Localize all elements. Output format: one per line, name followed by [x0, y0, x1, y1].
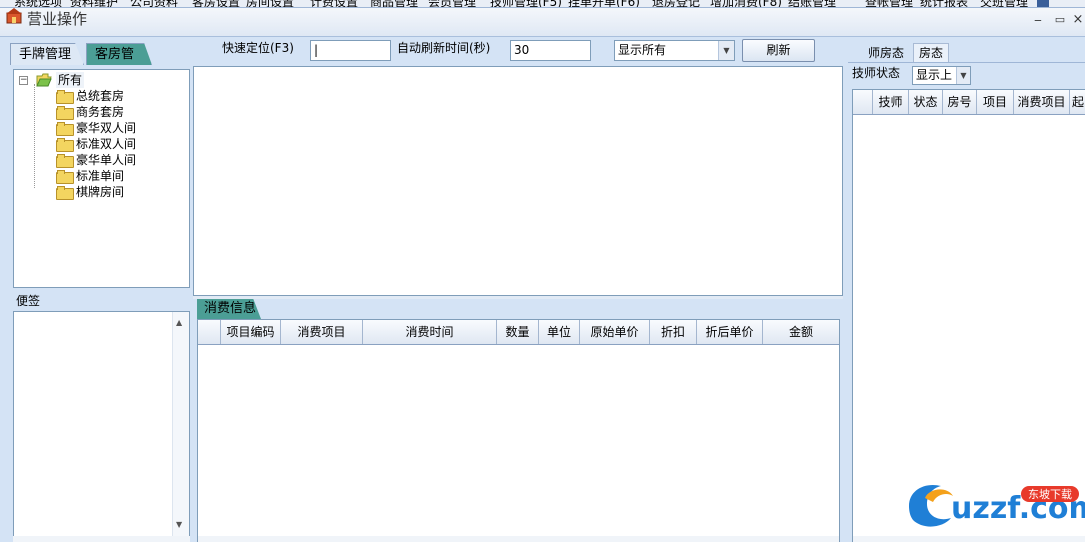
tab-divider — [848, 62, 1085, 63]
scroll-up-icon[interactable]: ▲ — [176, 318, 182, 327]
folder-icon — [56, 90, 74, 104]
quick-locate-label: 快速定位(F3) — [222, 41, 294, 55]
chevron-down-icon[interactable]: ▼ — [718, 41, 734, 60]
tab-hand-card[interactable]: 手牌管理 — [10, 43, 84, 65]
tech-table: 技师 状态 房号 项目 消费项目 起 — [852, 89, 1085, 542]
tech-horizontal-scrollbar[interactable] — [853, 536, 1085, 542]
auto-refresh-label: 自动刷新时间(秒) — [397, 41, 491, 55]
folder-icon — [56, 154, 74, 168]
filter-select-value: 显示所有 — [618, 43, 667, 57]
menu-item-company[interactable]: 公司资料 — [130, 0, 178, 7]
room-type-tree: − 所有 总统套房 商务套房 豪华双人间 标准双人间 豪华单人间 标准单间 棋牌… — [13, 69, 190, 288]
menu-overflow-icon[interactable] — [1037, 0, 1049, 7]
tree-item-deluxe-single[interactable]: 豪华单人间 — [76, 152, 136, 168]
column-header-consume-item[interactable]: 消费项目 — [1014, 90, 1070, 114]
memo-scrollbar[interactable]: ▲ ▼ — [172, 312, 189, 536]
filter-select[interactable]: 显示所有 ▼ — [614, 40, 735, 61]
menu-item-room-set[interactable]: 房间设置 — [246, 0, 294, 7]
menu-item-member[interactable]: 会员管理 — [428, 0, 476, 7]
column-header-status[interactable]: 状态 — [909, 90, 943, 114]
tech-table-header: 技师 状态 房号 项目 消费项目 起 — [853, 90, 1085, 115]
column-header-original-price[interactable]: 原始单价 — [580, 320, 650, 344]
consumption-horizontal-scrollbar[interactable] — [198, 536, 839, 542]
tab-room-management[interactable]: 客房管理 — [86, 43, 152, 65]
tab-tech-status[interactable]: 师房态 — [868, 44, 904, 61]
menu-item-data[interactable]: 资料维护 — [70, 0, 118, 7]
tree-collapse-icon[interactable]: − — [19, 76, 28, 85]
folder-icon — [56, 138, 74, 152]
scroll-down-icon[interactable]: ▼ — [176, 520, 182, 529]
column-header-amount[interactable]: 金额 — [763, 320, 839, 344]
tab-consumption-info[interactable]: 消费信息 — [197, 299, 261, 319]
memo-horizontal-scrollbar[interactable] — [13, 536, 190, 542]
menu-item-report[interactable]: 统计报表 — [920, 0, 968, 7]
window-title: 营业操作 — [27, 10, 88, 28]
consumption-table: 项目编码 消费项目 消费时间 数量 单位 原始单价 折扣 折后单价 金额 — [197, 319, 840, 542]
memo-label: 便签 — [16, 294, 41, 308]
tree-guide-line — [34, 84, 35, 188]
column-header-item[interactable]: 消费项目 — [281, 320, 363, 344]
column-header-discounted-price[interactable]: 折后单价 — [697, 320, 763, 344]
chevron-down-icon[interactable]: ▼ — [956, 67, 970, 84]
folder-icon — [56, 170, 74, 184]
room-grid-area[interactable] — [193, 66, 843, 296]
minimize-icon[interactable]: ‒ — [1030, 13, 1046, 27]
refresh-button[interactable]: 刷新 — [742, 39, 815, 62]
column-header-project[interactable]: 项目 — [977, 90, 1014, 114]
menu-item-checkout[interactable]: 退房登记 — [652, 0, 700, 7]
quick-locate-input[interactable]: | — [310, 40, 391, 61]
tech-status-select[interactable]: 显示上 ▼ — [912, 66, 971, 85]
tree-item-standard-single[interactable]: 标准单间 — [76, 168, 124, 184]
folder-icon — [56, 106, 74, 120]
menu-item-billing[interactable]: 计费设置 — [310, 0, 358, 7]
consumption-table-header: 项目编码 消费项目 消费时间 数量 单位 原始单价 折扣 折后单价 金额 — [198, 320, 839, 345]
tree-item-business[interactable]: 商务套房 — [76, 104, 124, 120]
menu-item-audit[interactable]: 查帐管理 — [865, 0, 913, 7]
folder-icon — [56, 186, 74, 200]
menu-item-room-setting[interactable]: 客房设置 — [192, 0, 240, 7]
column-header-room-no[interactable]: 房号 — [943, 90, 977, 114]
tree-item-chess-room[interactable]: 棋牌房间 — [76, 184, 124, 200]
column-header-tech[interactable]: 技师 — [873, 90, 909, 114]
menu-item-tech[interactable]: 技师管理(F5) — [490, 0, 562, 7]
row-selector-header — [198, 320, 221, 344]
watermark-badge: 东坡下载 — [1028, 488, 1072, 501]
menu-item-goods[interactable]: 商品管理 — [370, 0, 418, 7]
column-header-unit[interactable]: 单位 — [539, 320, 580, 344]
app-icon — [6, 8, 22, 24]
tech-status-value: 显示上 — [916, 68, 953, 82]
column-header-quantity[interactable]: 数量 — [497, 320, 539, 344]
menu-item-settle[interactable]: 结账管理 — [788, 0, 836, 7]
tree-item-standard-double[interactable]: 标准双人间 — [76, 136, 136, 152]
tree-item-presidential[interactable]: 总统套房 — [76, 88, 124, 104]
menu-item-order[interactable]: 挂单开单(F6) — [568, 0, 640, 7]
splitter[interactable] — [193, 296, 843, 299]
window-titlebar — [0, 8, 1085, 37]
tech-status-label: 技师状态 — [852, 66, 901, 80]
menu-item-system[interactable]: 系统选项 — [14, 0, 62, 7]
column-header-start[interactable]: 起 — [1070, 90, 1085, 114]
row-selector-header — [853, 90, 873, 114]
tree-item-root[interactable]: 所有 — [56, 72, 85, 88]
tree-item-deluxe-double[interactable]: 豪华双人间 — [76, 120, 136, 136]
open-folder-icon — [36, 73, 52, 87]
menu-bar: 系统选项 资料维护 公司资料 客房设置 房间设置 计费设置 商品管理 会员管理 … — [0, 0, 1085, 8]
maximize-icon[interactable]: ▭ — [1052, 13, 1068, 27]
auto-refresh-input[interactable]: 30 — [510, 40, 591, 61]
close-icon[interactable]: × — [1070, 13, 1085, 27]
folder-icon — [56, 122, 74, 136]
column-header-discount[interactable]: 折扣 — [650, 320, 697, 344]
column-header-time[interactable]: 消费时间 — [363, 320, 497, 344]
menu-item-shift[interactable]: 交班管理 — [980, 0, 1028, 7]
menu-item-add-consume[interactable]: 增加消费(F8) — [710, 0, 782, 7]
watermark-logo: uzzf.com 东坡下载 — [909, 484, 1085, 527]
memo-textarea[interactable] — [13, 311, 190, 537]
column-header-item-code[interactable]: 项目编码 — [221, 320, 281, 344]
tab-room-status[interactable]: 房态 — [913, 43, 949, 62]
